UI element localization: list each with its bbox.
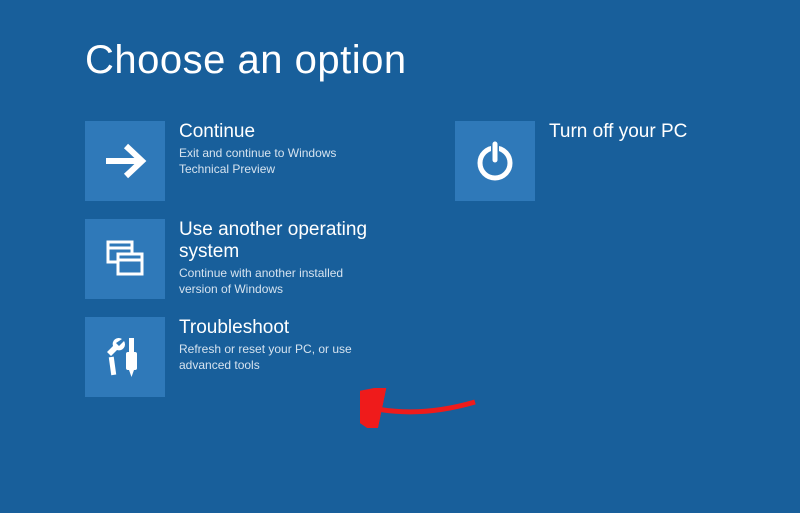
troubleshoot-tile[interactable]: Troubleshoot Refresh or reset your PC, o… bbox=[85, 317, 385, 397]
options-column-right: Turn off your PC bbox=[455, 121, 755, 397]
arrow-right-icon bbox=[85, 121, 165, 201]
page-title: Choose an option bbox=[85, 38, 800, 83]
tile-desc: Refresh or reset your PC, or use advance… bbox=[179, 341, 385, 373]
turn-off-tile[interactable]: Turn off your PC bbox=[455, 121, 755, 201]
tools-icon bbox=[85, 317, 165, 397]
tile-text: Turn off your PC bbox=[535, 121, 687, 145]
tile-title: Troubleshoot bbox=[179, 317, 385, 339]
options-area: Continue Exit and continue to Windows Te… bbox=[85, 121, 800, 397]
tile-desc: Exit and continue to Windows Technical P… bbox=[179, 145, 385, 177]
tile-title: Turn off your PC bbox=[549, 121, 687, 143]
continue-tile[interactable]: Continue Exit and continue to Windows Te… bbox=[85, 121, 385, 201]
tile-desc: Continue with another installed version … bbox=[179, 265, 385, 297]
tile-text: Use another operating system Continue wi… bbox=[165, 219, 385, 297]
tile-title: Use another operating system bbox=[179, 219, 385, 263]
tile-text: Continue Exit and continue to Windows Te… bbox=[165, 121, 385, 177]
power-icon bbox=[455, 121, 535, 201]
tile-title: Continue bbox=[179, 121, 385, 143]
winre-choose-option-screen: Choose an option Continue Exit and conti… bbox=[0, 0, 800, 513]
tile-text: Troubleshoot Refresh or reset your PC, o… bbox=[165, 317, 385, 373]
windows-stacked-icon bbox=[85, 219, 165, 299]
use-another-os-tile[interactable]: Use another operating system Continue wi… bbox=[85, 219, 385, 299]
options-column-left: Continue Exit and continue to Windows Te… bbox=[85, 121, 385, 397]
